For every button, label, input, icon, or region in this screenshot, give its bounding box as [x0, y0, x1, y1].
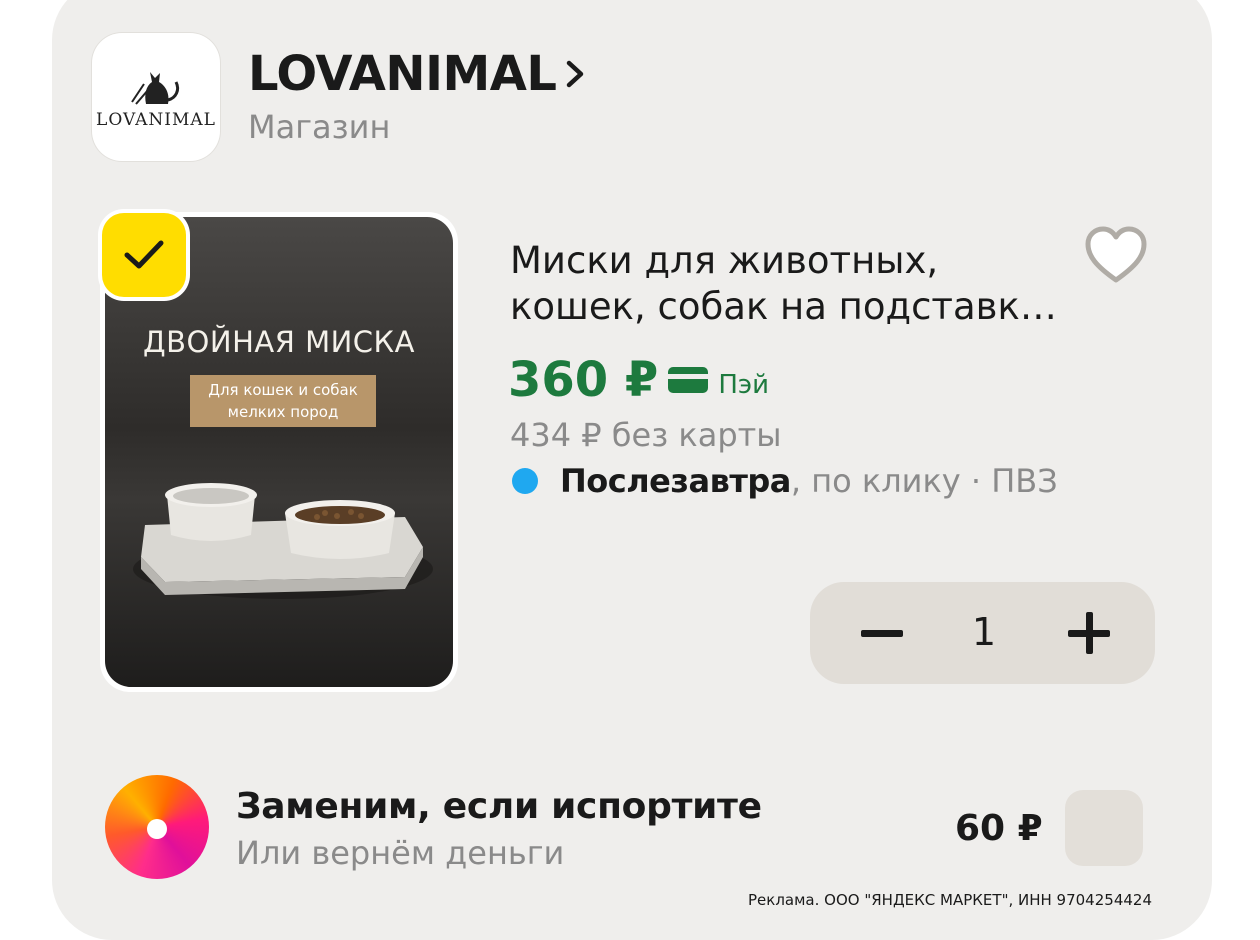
minus-icon — [861, 629, 903, 637]
delivery-dot-icon — [512, 468, 538, 494]
logo-text: LOVANIMAL — [96, 110, 216, 130]
store-logo[interactable]: LOVANIMAL — [92, 33, 220, 161]
delivery-method: , по клику · ПВЗ — [790, 462, 1058, 500]
store-name-link[interactable]: LOVANIMAL — [248, 46, 588, 102]
cat-logo-icon — [131, 72, 180, 105]
card-icon — [668, 367, 709, 393]
price-without-card: 434 ₽ без карты — [510, 416, 782, 454]
pay-label: Пэй — [718, 370, 770, 400]
store-type: Магазин — [248, 108, 391, 146]
heart-icon — [1085, 226, 1147, 283]
quantity-value: 1 — [971, 610, 997, 654]
insurance-checkbox[interactable] — [1065, 790, 1143, 866]
price-with-card: 360 ₽ Пэй — [508, 352, 769, 408]
plus-subscription-icon — [105, 775, 209, 879]
plus-icon-vertical — [1085, 612, 1093, 654]
select-item-checkbox[interactable] — [102, 213, 186, 297]
store-name: LOVANIMAL — [248, 46, 557, 102]
delivery-date: Послезавтра — [560, 462, 791, 500]
insurance-price: 60 ₽ — [955, 808, 1043, 849]
ad-disclaimer: Реклама. ООО "ЯНДЕКС МАРКЕТ", ИНН 970425… — [748, 891, 1152, 909]
increase-quantity-button[interactable] — [1052, 596, 1126, 670]
chevron-right-icon — [567, 60, 584, 88]
product-name[interactable]: Миски для животных, кошек, собак на подс… — [510, 238, 1070, 330]
price-value: 360 ₽ — [508, 352, 659, 408]
delivery-info: Послезавтра , по клику · ПВЗ — [512, 462, 1058, 500]
favorite-button[interactable] — [1082, 224, 1150, 288]
decrease-quantity-button[interactable] — [845, 596, 919, 670]
checkmark-icon — [124, 240, 164, 269]
plus-logo-hole — [147, 819, 167, 839]
insurance-title: Заменим, если испортите — [236, 786, 762, 827]
insurance-subtitle: Или вернём деньги — [236, 834, 565, 872]
